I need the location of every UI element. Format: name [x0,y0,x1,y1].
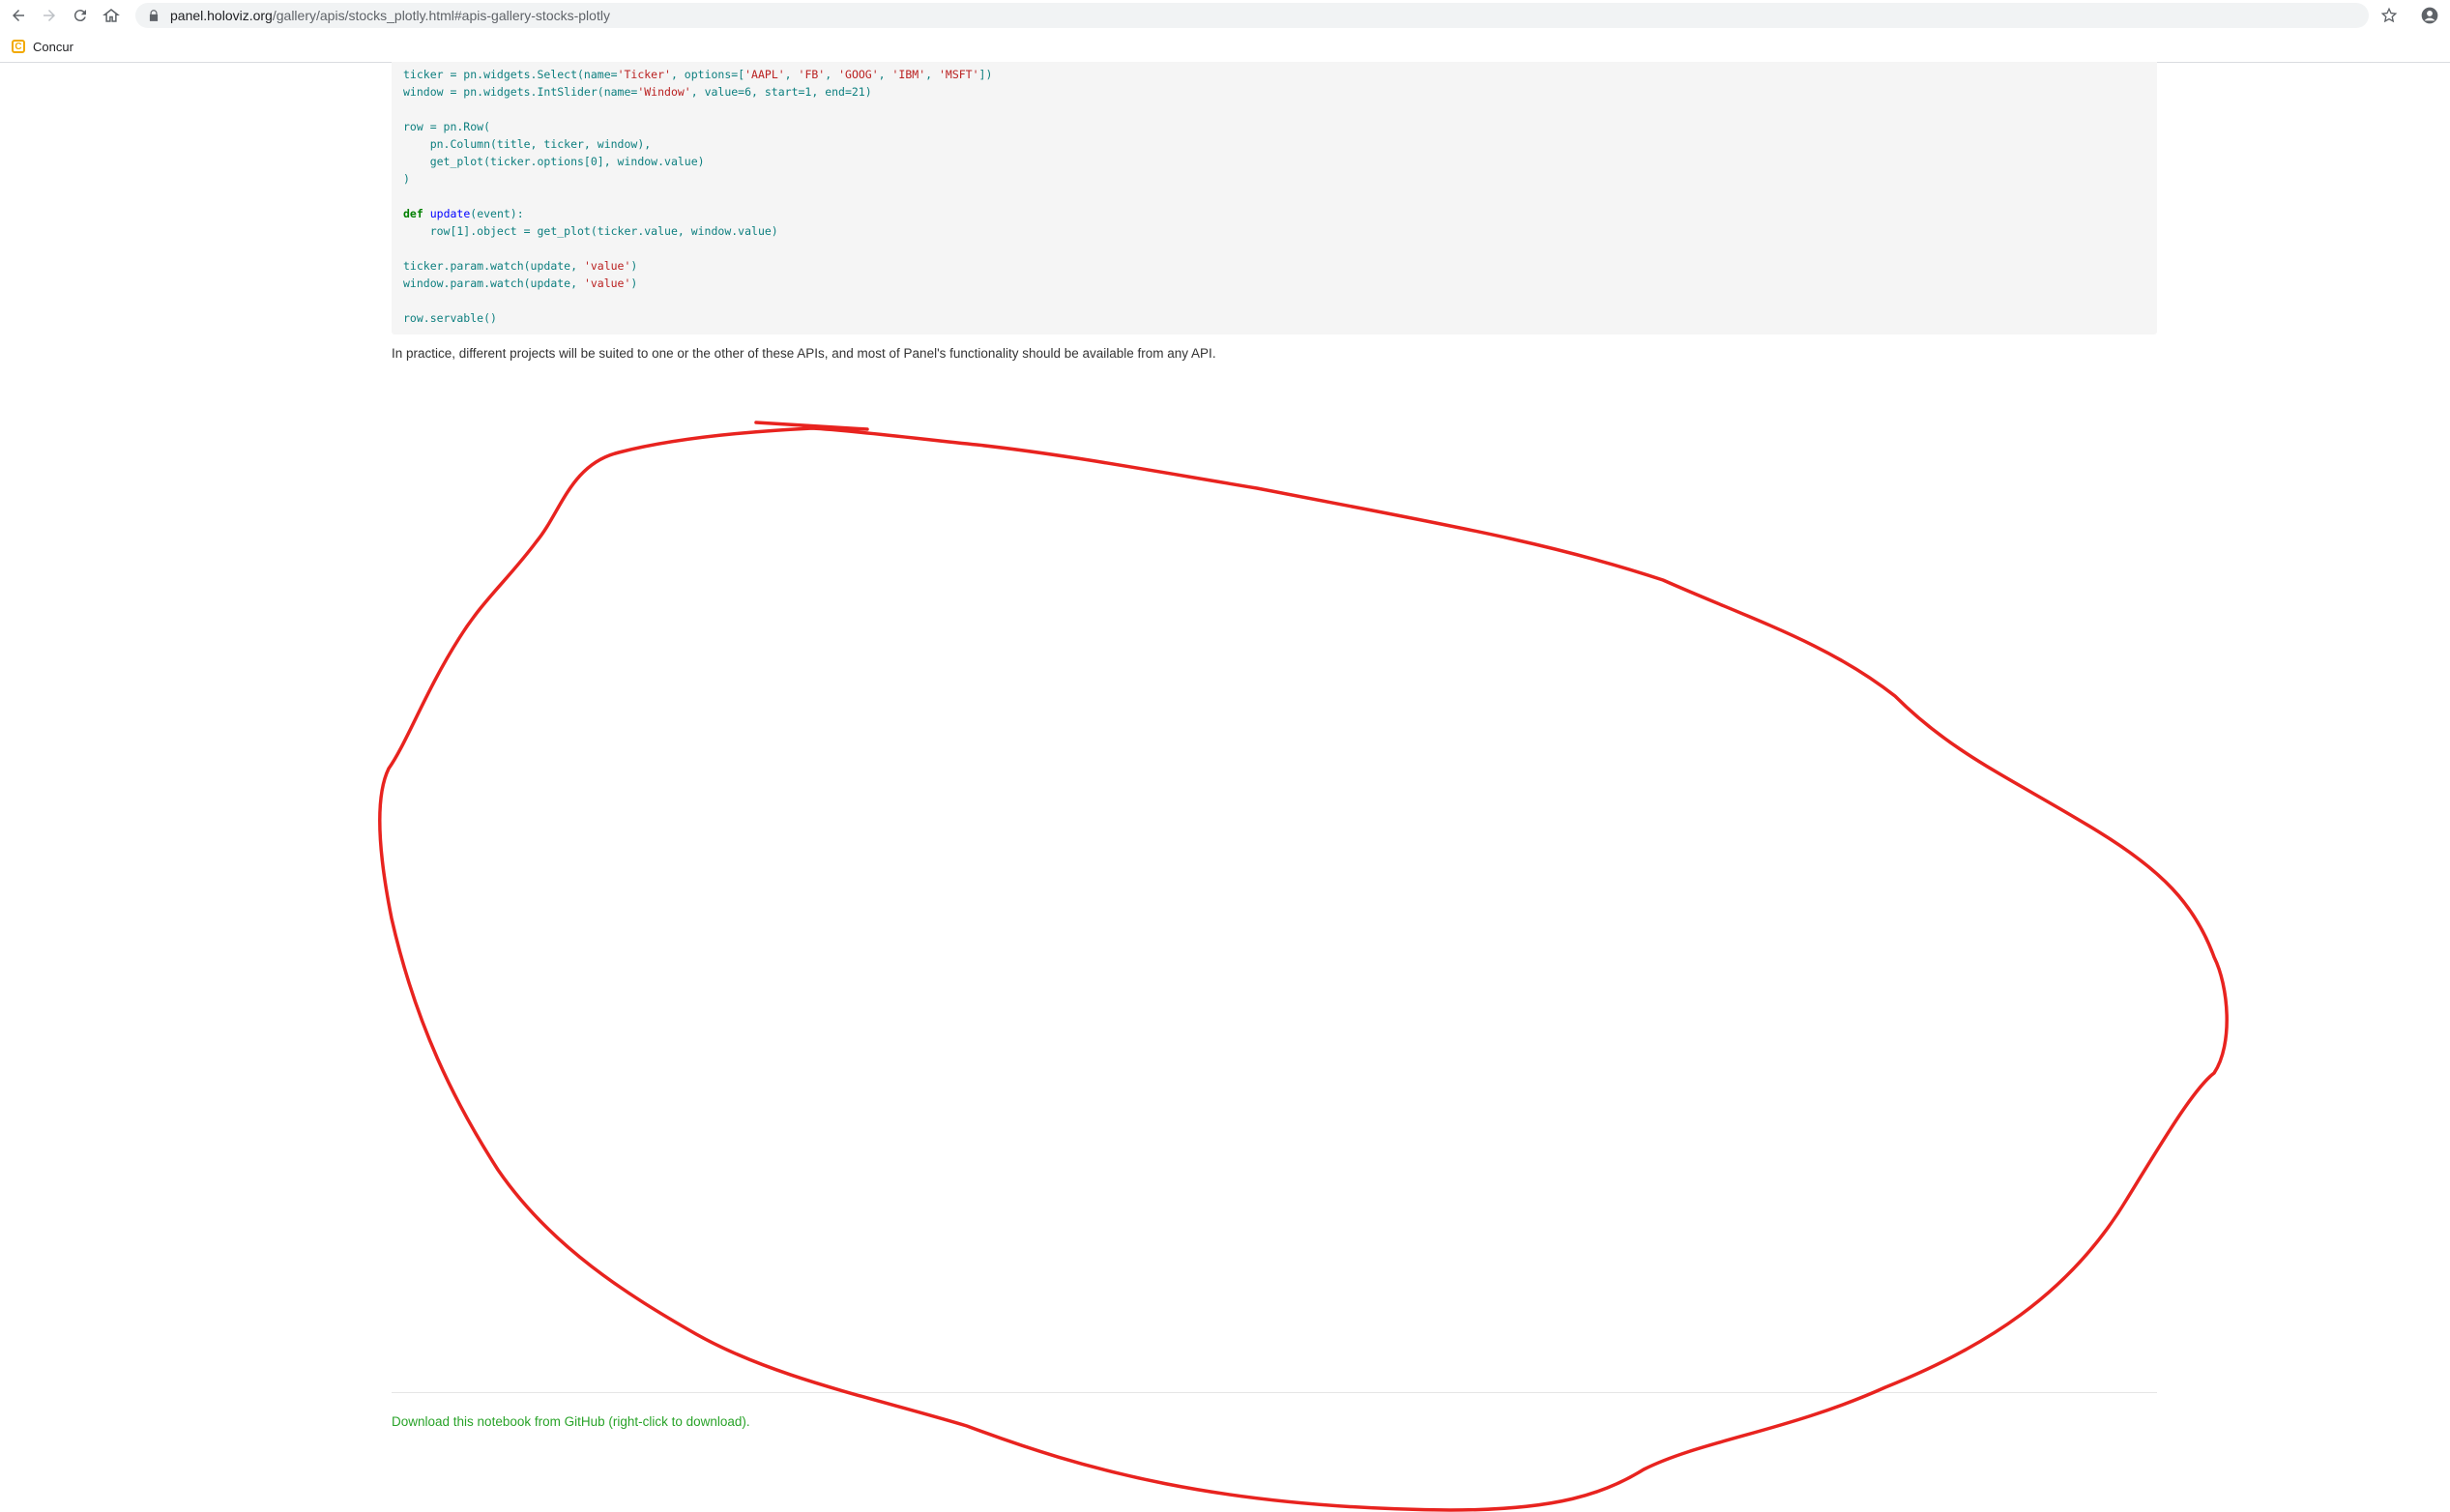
download-notebook-link[interactable]: Download this notebook from GitHub (righ… [392,1414,750,1429]
code-line: ticker.param.watch(update, 'value') [403,259,638,273]
code-line: row = pn.Row( [403,120,491,133]
concur-icon: C [12,40,25,53]
browser-toolbar: panel.holoviz.org/gallery/apis/stocks_pl… [0,0,2450,31]
code-line: def update(event): [403,207,524,220]
url-text: panel.holoviz.org/gallery/apis/stocks_pl… [170,8,610,23]
bookmarks-bar: C Concur [0,31,2450,63]
profile-avatar-icon[interactable] [2417,3,2442,28]
address-bar[interactable]: panel.holoviz.org/gallery/apis/stocks_pl… [135,3,2369,28]
divider [392,1392,2157,1393]
code-line: ) [403,172,410,186]
back-icon[interactable] [6,3,31,28]
code-line: pn.Column(title, ticker, window), [403,137,652,151]
home-icon[interactable] [99,3,124,28]
bookmark-concur[interactable]: C Concur [12,40,73,54]
bookmark-star-icon[interactable] [2377,3,2402,28]
code-line: row[1].object = get_plot(ticker.value, w… [403,224,778,238]
lock-icon [149,10,159,21]
bookmark-label: Concur [33,39,73,54]
code-line: window.param.watch(update, 'value') [403,276,638,290]
reload-icon[interactable] [68,3,93,28]
code-line: row.servable() [403,311,497,325]
annotation-stroke [378,421,2229,1512]
url-host: panel.holoviz.org [170,8,273,23]
body-paragraph: In practice, different projects will be … [392,346,1216,361]
code-line: get_plot(ticker.options[0], window.value… [403,155,705,168]
code-listing: ticker = pn.widgets.Select(name='Ticker'… [403,66,992,327]
code-line: window = pn.widgets.IntSlider(name='Wind… [403,85,872,99]
url-path: /gallery/apis/stocks_plotly.html#apis-ga… [272,8,610,23]
forward-icon[interactable] [37,3,62,28]
code-line: ticker = pn.widgets.Select(name='Ticker'… [403,68,993,81]
